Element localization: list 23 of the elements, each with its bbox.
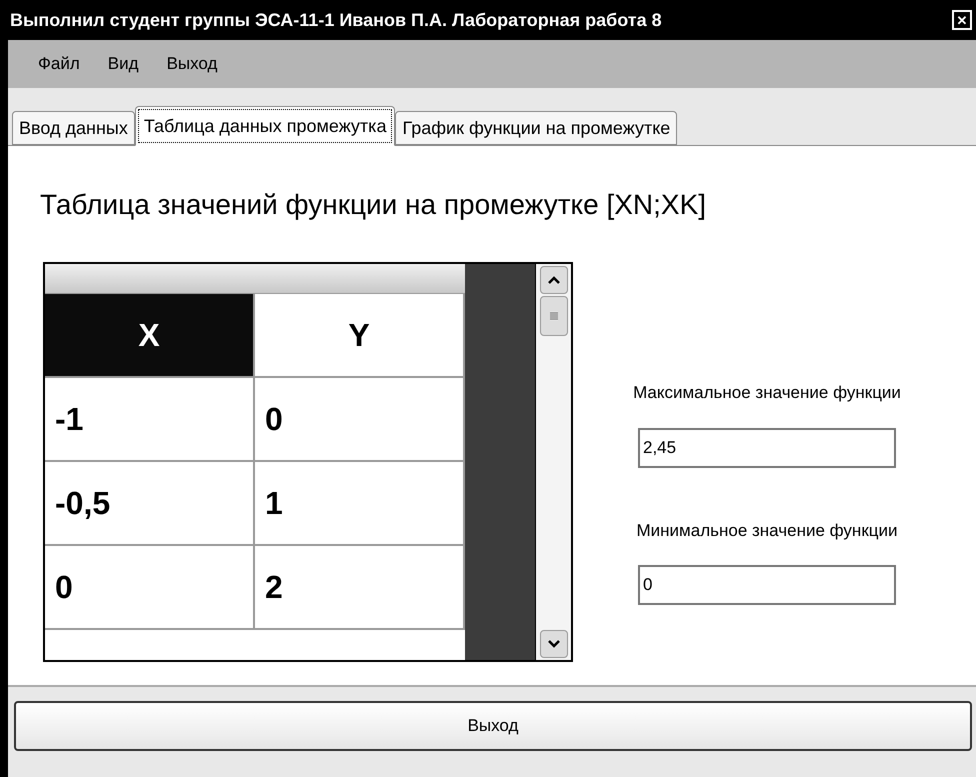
min-value-field[interactable]: 0 [638,565,896,605]
exit-button[interactable]: Выход [14,701,972,751]
menu-item[interactable]: Файл [38,51,80,77]
scroll-thumb[interactable] [540,296,568,336]
column-header[interactable]: X [45,294,255,378]
vertical-scrollbar[interactable] [535,264,571,660]
min-value-label: Минимальное значение функции [636,520,898,542]
max-value-label: Максимальное значение функции [633,382,901,404]
tab[interactable]: Ввод данных [12,111,135,145]
tab[interactable]: Таблица данных промежутка [134,106,396,146]
tab[interactable]: График функции на промежутке [395,111,678,145]
close-button[interactable]: ✕ [952,10,972,30]
table-heading: Таблица значений функции на промежутке [XN;XK] [40,188,706,222]
window-title: Выполнил студент группы ЭСА-11-1 Иванов П.А. Лабораторная работа 8 [10,8,662,32]
table-cell: 0 [45,546,255,630]
menu-item[interactable]: Вид [108,51,139,77]
table-cell: -0,5 [45,462,255,546]
column-header[interactable]: Y [255,294,465,378]
table-cell: -1 [45,378,255,462]
scroll-down-icon[interactable] [540,630,568,658]
menu-item[interactable]: Выход [166,51,218,77]
scroll-up-icon[interactable] [540,266,568,294]
max-value-field[interactable]: 2,45 [638,428,896,468]
